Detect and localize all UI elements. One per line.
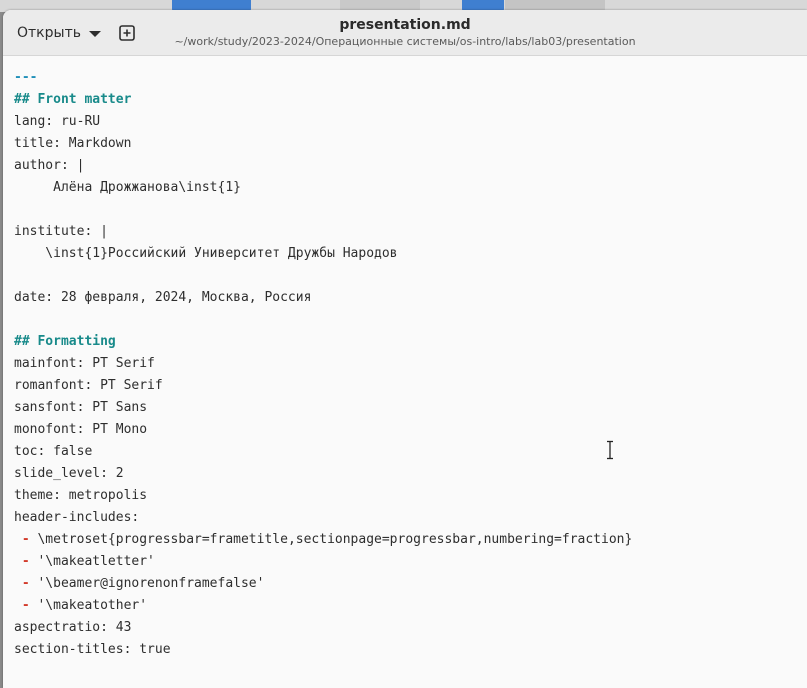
editor-line: mainfont: PT Serif bbox=[14, 353, 807, 375]
editor-line: theme: metropolis bbox=[14, 485, 807, 507]
list-item-text: '\makeatother' bbox=[37, 598, 148, 613]
line-text: aspectratio: 43 bbox=[14, 620, 132, 635]
list-item-text: \metroset{progressbar=frametitle,section… bbox=[37, 532, 633, 547]
line-text: title: Markdown bbox=[14, 136, 132, 151]
line-text: toc: false bbox=[14, 444, 93, 459]
header-bar: Открыть presentation.md ~/work/study/202… bbox=[3, 10, 807, 56]
editor-line: - '\beamer@ignorenonframefalse' bbox=[14, 573, 807, 595]
editor-line: institute: | bbox=[14, 221, 807, 243]
editor-line: - '\makeatletter' bbox=[14, 551, 807, 573]
line-text: romanfont: PT Serif bbox=[14, 378, 163, 393]
editor-line: header-includes: bbox=[14, 507, 807, 529]
line-text: sansfont: PT Sans bbox=[14, 400, 148, 415]
text-editor-window: Открыть presentation.md ~/work/study/202… bbox=[3, 10, 807, 688]
editor-line: aspectratio: 43 bbox=[14, 617, 807, 639]
editor-line: --- bbox=[14, 67, 807, 89]
editor-line: \inst{1}Российский Университет Дружбы На… bbox=[14, 243, 807, 265]
line-text: lang: ru-RU bbox=[14, 114, 101, 129]
line-text: section-titles: true bbox=[14, 642, 171, 657]
editor-line: author: | bbox=[14, 155, 807, 177]
list-dash: - bbox=[14, 532, 38, 547]
editor-line: lang: ru-RU bbox=[14, 111, 807, 133]
new-document-button[interactable] bbox=[116, 22, 138, 44]
editor-line: section-titles: true bbox=[14, 639, 807, 661]
text-editor-area[interactable]: --- ## Front matter lang: ru-RU title: Mark… bbox=[3, 56, 807, 661]
list-item-text: '\beamer@ignorenonframefalse' bbox=[37, 576, 265, 591]
line-text: header-includes: bbox=[14, 510, 140, 525]
list-dash: - bbox=[14, 598, 38, 613]
open-button[interactable]: Открыть bbox=[9, 20, 109, 46]
line-text: \inst{1}Российский Университет Дружбы На… bbox=[14, 246, 398, 261]
editor-line: date: 28 февраля, 2024, Москва, Россия bbox=[14, 287, 807, 309]
line-text: institute: | bbox=[14, 224, 108, 239]
markdown-heading: ## Front matter bbox=[14, 92, 132, 107]
list-dash: - bbox=[14, 576, 38, 591]
editor-line: monofont: PT Mono bbox=[14, 419, 807, 441]
editor-line: sansfont: PT Sans bbox=[14, 397, 807, 419]
editor-line: toc: false bbox=[14, 441, 807, 463]
list-item-text: '\makeatletter' bbox=[37, 554, 155, 569]
editor-line: romanfont: PT Serif bbox=[14, 375, 807, 397]
editor-line: - \metroset{progressbar=frametitle,secti… bbox=[14, 529, 807, 551]
markdown-heading: ## Formatting bbox=[14, 334, 116, 349]
line-text: author: | bbox=[14, 158, 85, 173]
line-text: slide_level: 2 bbox=[14, 466, 124, 481]
text-cursor-icon bbox=[607, 440, 613, 460]
editor-line: slide_level: 2 bbox=[14, 463, 807, 485]
line-text: monofont: PT Mono bbox=[14, 422, 148, 437]
editor-line: Алёна Дрожжанова\inst{1} bbox=[14, 177, 807, 199]
list-dash: - bbox=[14, 554, 38, 569]
line-text: mainfont: PT Serif bbox=[14, 356, 155, 371]
chevron-down-icon bbox=[88, 30, 101, 37]
open-button-label: Открыть bbox=[17, 25, 81, 41]
editor-line: - '\makeatother' bbox=[14, 595, 807, 617]
line-text: date: 28 февраля, 2024, Москва, Россия bbox=[14, 290, 312, 305]
line-text: Алёна Дрожжанова\inst{1} bbox=[14, 180, 241, 195]
editor-line: title: Markdown bbox=[14, 133, 807, 155]
editor-line: ## Front matter bbox=[14, 89, 807, 111]
new-document-icon bbox=[119, 25, 135, 41]
editor-line: ## Formatting bbox=[14, 331, 807, 353]
line-text: theme: metropolis bbox=[14, 488, 148, 503]
front-matter-delimiter: --- bbox=[14, 70, 38, 85]
